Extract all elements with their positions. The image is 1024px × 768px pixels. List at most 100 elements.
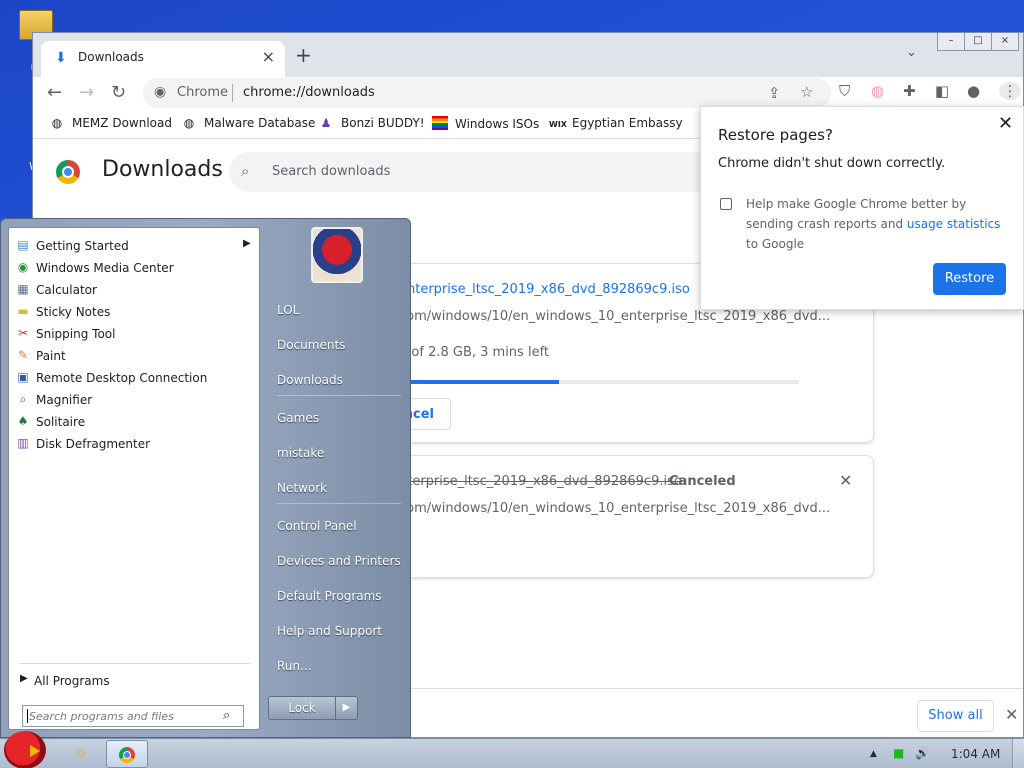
explorer-icon: ☼: [73, 744, 89, 763]
side-panel-icon[interactable]: ◧: [935, 82, 949, 100]
bookmark-egyptian-embassy[interactable]: WIX Egyptian Embassy: [549, 116, 683, 130]
bookmark-memz[interactable]: ◍ MEMZ Download: [49, 116, 172, 130]
start-search-input[interactable]: Search programs and files ⌕: [22, 705, 244, 727]
lock-button[interactable]: Lock ▶: [268, 696, 358, 720]
program-label: Windows Media Center: [36, 261, 174, 275]
program-label: Paint: [36, 349, 66, 363]
address-bar[interactable]: ◉ Chrome chrome://downloads ⇪ ☆: [143, 78, 831, 108]
close-dialog-button[interactable]: ✕: [998, 113, 1013, 134]
tab-close-icon[interactable]: ×: [262, 47, 275, 66]
dialog-message: Chrome didn't shut down correctly.: [718, 156, 946, 171]
program-label: Disk Defragmenter: [36, 437, 151, 451]
start-place-lol[interactable]: LOL: [269, 295, 409, 325]
remove-download-button[interactable]: ✕: [839, 471, 852, 490]
trans-flag-extension-icon[interactable]: ◍: [871, 82, 884, 100]
tab-title: Downloads: [78, 50, 144, 64]
close-window-button[interactable]: ×: [991, 33, 1019, 51]
option-text: to Google: [746, 237, 805, 251]
back-arrow-icon[interactable]: ←: [47, 82, 62, 103]
reload-icon[interactable]: ↻: [111, 82, 126, 103]
program-item[interactable]: ▦ Calculator: [13, 279, 257, 301]
solitaire-icon: ♠: [17, 414, 29, 428]
lock-label: Lock: [288, 701, 316, 715]
maximize-button[interactable]: □: [964, 33, 992, 51]
bookmark-windows-isos[interactable]: Windows ISOs: [432, 116, 539, 131]
shutdown-options-arrow-icon[interactable]: ▶: [335, 697, 357, 719]
profile-avatar-icon[interactable]: ●: [967, 82, 980, 100]
start-place-label: Documents: [277, 338, 346, 352]
start-button[interactable]: [4, 731, 46, 768]
bookmark-label: Bonzi BUDDY!: [341, 116, 425, 130]
taskbar-chrome-button[interactable]: [106, 740, 148, 768]
network-tray-icon[interactable]: ■: [893, 746, 904, 760]
program-item[interactable]: ▥ Disk Defragmenter: [13, 433, 257, 455]
puzzle-extensions-icon[interactable]: ✚: [903, 82, 916, 100]
tray-expand-icon[interactable]: ▲: [870, 749, 877, 759]
taskbar-explorer-button[interactable]: ☼: [60, 740, 102, 768]
start-place-label: mistake: [277, 446, 325, 460]
start-place-label: Devices and Printers: [277, 554, 401, 568]
bookmark-label: Egyptian Embassy: [572, 116, 683, 130]
program-item[interactable]: ▤ Getting Started ▶: [13, 235, 257, 257]
start-place-run[interactable]: Run...: [269, 651, 409, 681]
start-place-default-programs[interactable]: Default Programs: [269, 581, 409, 611]
share-icon[interactable]: ⇪: [768, 84, 781, 102]
url-text[interactable]: chrome://downloads: [243, 85, 375, 100]
crash-report-checkbox[interactable]: [720, 198, 732, 210]
start-place-network[interactable]: Network: [269, 473, 409, 503]
volume-tray-icon[interactable]: 🔊: [915, 746, 930, 760]
bookmark-malware-database[interactable]: ◍ Malware Database: [181, 116, 316, 130]
text-caret: [27, 709, 28, 723]
start-place-games[interactable]: Games: [269, 403, 409, 433]
program-item[interactable]: ◉ Windows Media Center: [13, 257, 257, 279]
program-item[interactable]: ⌕ Magnifier: [13, 389, 257, 411]
user-avatar[interactable]: [311, 227, 363, 283]
show-all-button[interactable]: Show all: [917, 700, 994, 732]
forward-arrow-icon[interactable]: →: [79, 82, 94, 103]
start-place-control-panel[interactable]: Control Panel: [269, 511, 409, 541]
show-desktop-button[interactable]: [1012, 739, 1024, 768]
download-url[interactable]: com/windows/10/en_windows_10_enterprise_…: [399, 309, 830, 324]
program-item[interactable]: ▬ Sticky Notes: [13, 301, 257, 323]
new-tab-button[interactable]: +: [295, 43, 312, 67]
ublock-extension-icon[interactable]: ⛉: [839, 82, 850, 100]
calculator-icon: ▦: [17, 282, 29, 296]
menu-kebab-icon[interactable]: ⋮: [999, 82, 1021, 100]
restore-button[interactable]: Restore: [933, 263, 1006, 295]
start-menu-programs-pane: ▤ Getting Started ▶ ◉ Windows Media Center ▦ C…: [8, 227, 260, 730]
start-place-devices-and-printers[interactable]: Devices and Printers: [269, 546, 409, 576]
tab-search-button[interactable]: ⌄: [906, 45, 917, 60]
start-place-label: Default Programs: [277, 589, 382, 603]
download-file-name[interactable]: enterprise_ltsc_2019_x86_dvd_892869c9.is…: [399, 282, 690, 297]
tab-downloads[interactable]: ⬇ Downloads ×: [41, 41, 285, 77]
usage-statistics-link[interactable]: usage statistics: [907, 217, 1001, 231]
minimize-button[interactable]: –: [937, 33, 965, 51]
download-url[interactable]: com/windows/10/en_windows_10_enterprise_…: [399, 501, 830, 516]
program-item[interactable]: ✎ Paint: [13, 345, 257, 367]
bookmark-star-icon[interactable]: ☆: [800, 83, 813, 101]
bonzi-icon: ♟: [320, 116, 332, 130]
tab-strip: ⬇ Downloads × + ⌄ – □ ×: [33, 33, 1023, 77]
program-label: Sticky Notes: [36, 305, 111, 319]
site-label: Chrome: [177, 85, 228, 100]
start-place-help-and-support[interactable]: Help and Support: [269, 616, 409, 646]
dialog-title: Restore pages?: [718, 126, 833, 144]
bookmark-bonzi[interactable]: ♟ Bonzi BUDDY!: [318, 116, 425, 130]
program-item[interactable]: ▣ Remote Desktop Connection: [13, 367, 257, 389]
close-shelf-button[interactable]: ✕: [1005, 705, 1018, 724]
all-programs-button[interactable]: ▶ All Programs: [17, 670, 253, 692]
start-place-documents[interactable]: Documents: [269, 330, 409, 360]
all-programs-label: All Programs: [34, 674, 110, 688]
magnifier-icon: ⌕: [19, 392, 27, 406]
search-icon[interactable]: ⌕: [223, 708, 230, 723]
start-place-mistake[interactable]: mistake: [269, 438, 409, 468]
clock[interactable]: 1:04 AM: [951, 747, 1000, 761]
start-menu-places-pane: LOL Documents Downloads Games mistake Network…: [263, 219, 411, 739]
chrome-icon: [119, 747, 135, 763]
start-place-downloads[interactable]: Downloads: [269, 365, 409, 395]
program-item[interactable]: ♠ Solitaire: [13, 411, 257, 433]
download-icon: ⬇: [55, 50, 67, 66]
bookmark-label: MEMZ Download: [72, 116, 172, 130]
media-center-icon: ◉: [17, 260, 29, 274]
program-item[interactable]: ✂ Snipping Tool: [13, 323, 257, 345]
